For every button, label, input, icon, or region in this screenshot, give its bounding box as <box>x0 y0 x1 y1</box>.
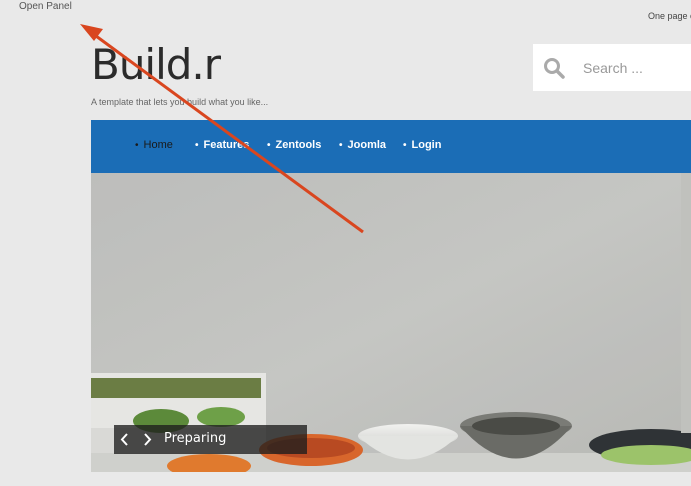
nav-item-zentools[interactable]: • Zentools <box>267 139 321 151</box>
bullet-icon: • <box>403 140 407 151</box>
header-tagline-right: One page e <box>648 11 691 21</box>
main-nav: • Home • Features • Zentools • Joomla • Login <box>91 120 691 173</box>
bullet-icon: • <box>135 140 139 151</box>
chevron-left-icon[interactable] <box>114 425 136 454</box>
bullet-icon: • <box>195 140 199 151</box>
slider-controls: Preparing <box>114 425 307 454</box>
search-input[interactable] <box>583 59 691 77</box>
nav-item-joomla[interactable]: • Joomla <box>339 139 386 151</box>
site-subtitle: A template that lets you build what you … <box>91 97 269 107</box>
bullet-icon: • <box>339 140 343 151</box>
site-logo[interactable]: Build.r <box>91 44 221 86</box>
nav-item-label: Features <box>203 139 250 151</box>
search-box <box>533 44 691 91</box>
nav-item-features[interactable]: • Features <box>195 139 249 151</box>
search-icon[interactable] <box>543 57 565 79</box>
nav-item-label: Zentools <box>275 139 322 151</box>
bullet-icon: • <box>267 140 271 151</box>
nav-item-login[interactable]: • Login <box>403 139 441 151</box>
nav-item-label: Home <box>143 139 173 151</box>
nav-item-label: Joomla <box>347 139 387 151</box>
open-panel-link[interactable]: Open Panel <box>19 1 72 12</box>
nav-item-home[interactable]: • Home <box>135 139 173 151</box>
nav-item-label: Login <box>411 139 442 151</box>
chevron-right-icon[interactable] <box>136 425 158 454</box>
slider-caption: Preparing <box>164 431 227 446</box>
